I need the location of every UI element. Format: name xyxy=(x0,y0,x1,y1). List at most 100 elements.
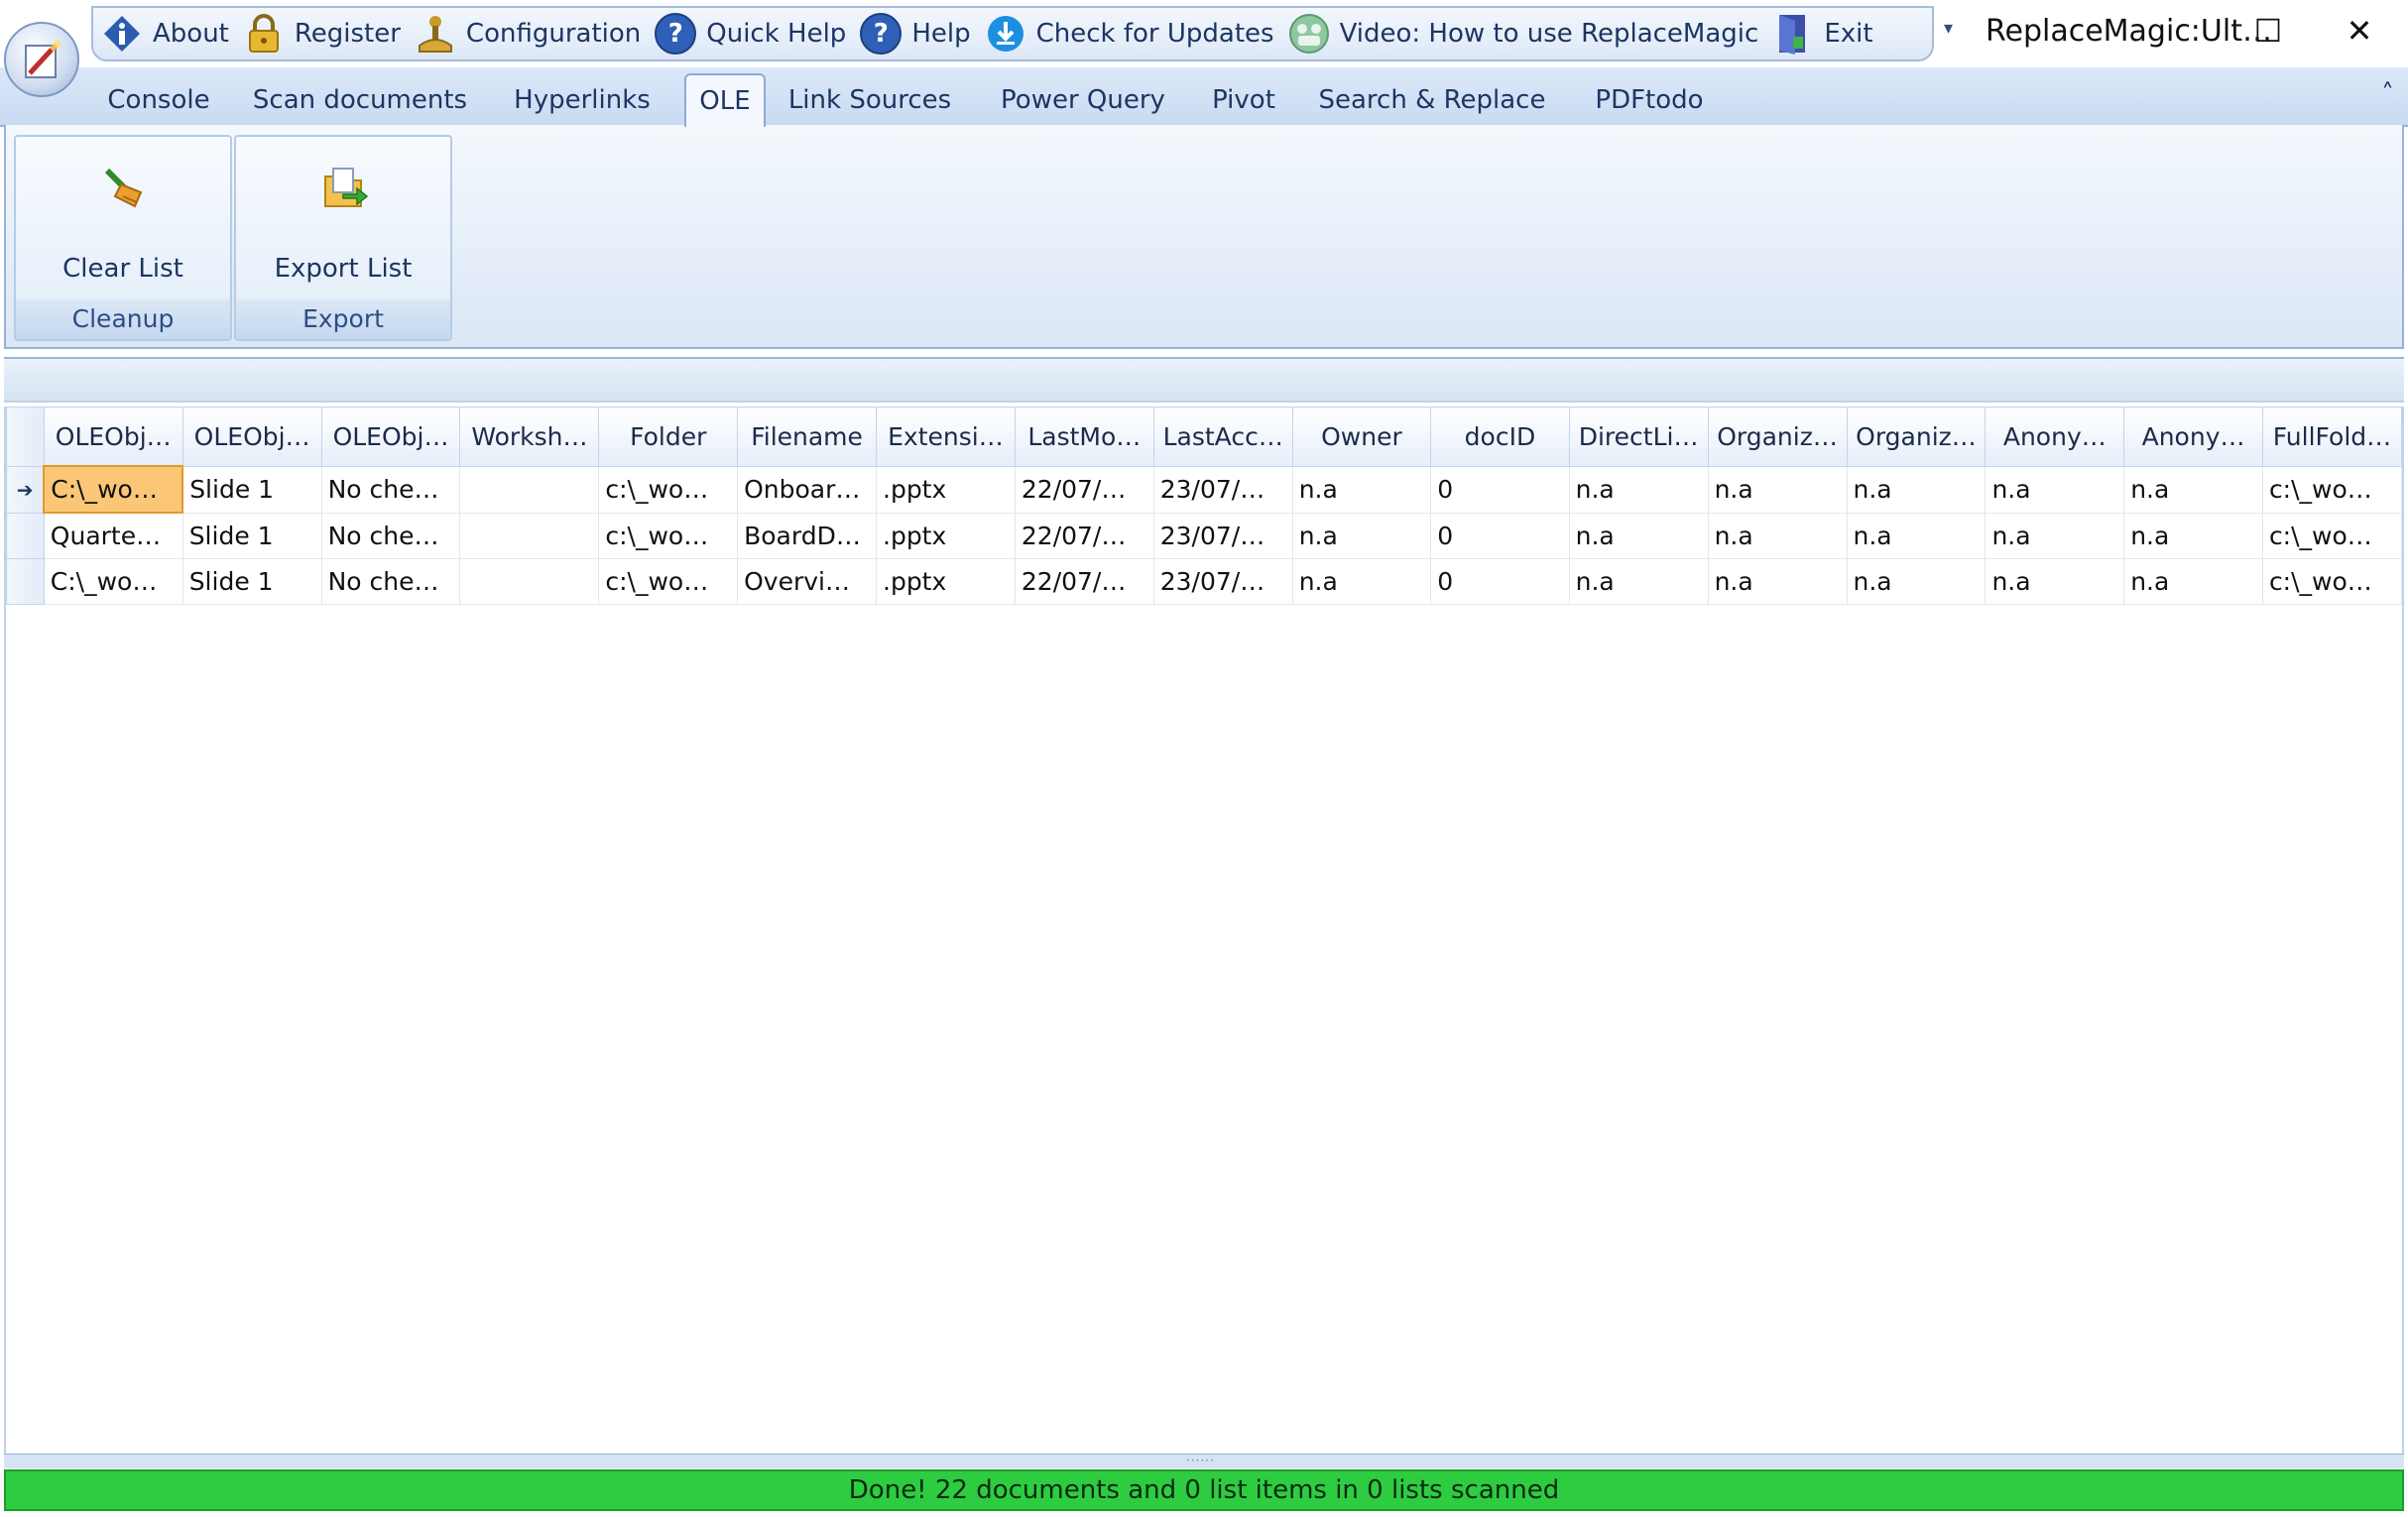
maximize-button[interactable]: ☐ xyxy=(2243,10,2293,52)
table-cell[interactable]: n.a xyxy=(1291,465,1432,514)
tab-pdftodo[interactable]: PDFtodo xyxy=(1585,77,1714,123)
help-button[interactable]: ? Help xyxy=(860,6,971,61)
table-cell[interactable] xyxy=(459,512,600,559)
quick-help-button[interactable]: ? Quick Help xyxy=(655,6,846,61)
table-row[interactable]: ➔ C:\_wo… Slide 1 No che… c:\_wo… Onboar… .ppt… xyxy=(6,465,2403,514)
current-row-arrow-icon[interactable]: ➔ xyxy=(6,465,45,514)
table-cell[interactable]: C:\_wo… xyxy=(43,465,184,514)
table-cell[interactable]: n.a xyxy=(1846,512,1987,559)
table-cell[interactable]: No che… xyxy=(320,465,461,514)
lock-icon xyxy=(243,13,285,55)
table-cell[interactable]: 22/07/… xyxy=(1014,558,1154,605)
column-header[interactable]: Folder xyxy=(598,407,739,467)
column-header[interactable]: OLEObj… xyxy=(43,407,183,467)
table-cell[interactable]: c:\_wo… xyxy=(2261,558,2403,605)
video-button[interactable]: Video: How to use ReplaceMagic xyxy=(1288,6,1758,61)
tab-hyperlinks[interactable]: Hyperlinks xyxy=(502,77,662,123)
table-cell[interactable]: n.a xyxy=(1985,465,2125,514)
table-row[interactable]: C:\_wo… Slide 1 No che… c:\_wo… Overvi… .pptx… xyxy=(6,558,2403,605)
table-cell[interactable]: n.a xyxy=(1707,465,1848,514)
tab-console[interactable]: Console xyxy=(95,77,222,123)
table-cell[interactable]: n.a xyxy=(1985,558,2125,605)
table-cell[interactable]: n.a xyxy=(1291,558,1432,605)
table-cell[interactable]: 0 xyxy=(1430,465,1570,514)
table-cell[interactable]: 22/07/… xyxy=(1014,465,1154,514)
column-header[interactable]: Organiz… xyxy=(1846,407,1987,467)
panel-splitter[interactable]: ······ xyxy=(4,1454,2404,1468)
table-cell[interactable]: n.a xyxy=(1568,558,1709,605)
column-header[interactable]: Worksh… xyxy=(459,407,600,467)
table-cell[interactable]: n.a xyxy=(2123,558,2263,605)
table-cell[interactable]: .pptx xyxy=(876,558,1016,605)
row-indicator[interactable] xyxy=(6,512,45,559)
configuration-button[interactable]: Configuration xyxy=(415,6,641,61)
column-header[interactable]: LastMo… xyxy=(1014,407,1154,467)
table-cell[interactable]: n.a xyxy=(1846,465,1987,514)
table-cell[interactable]: n.a xyxy=(1568,512,1709,559)
table-cell[interactable]: n.a xyxy=(2123,465,2263,514)
collapse-ribbon-button[interactable]: ˄ xyxy=(2381,79,2394,109)
table-cell[interactable]: 0 xyxy=(1430,558,1570,605)
tab-ole[interactable]: OLE xyxy=(684,73,766,127)
table-cell[interactable]: c:\_wo… xyxy=(2261,465,2403,514)
column-header[interactable]: OLEObj… xyxy=(181,407,322,467)
table-cell[interactable]: n.a xyxy=(2123,512,2263,559)
about-button[interactable]: About xyxy=(101,6,229,61)
column-header[interactable]: Filename xyxy=(737,407,877,467)
close-button[interactable]: ✕ xyxy=(2335,10,2384,52)
row-indicator[interactable] xyxy=(6,558,45,605)
table-cell[interactable]: No che… xyxy=(320,558,461,605)
column-header[interactable]: docID xyxy=(1430,407,1570,467)
column-header[interactable]: LastAcc… xyxy=(1152,407,1293,467)
table-cell[interactable]: n.a xyxy=(1707,558,1848,605)
tab-power-query[interactable]: Power Query xyxy=(990,77,1176,123)
table-cell[interactable]: c:\_wo… xyxy=(598,465,739,514)
table-cell[interactable]: 0 xyxy=(1430,512,1570,559)
table-cell[interactable]: Quarte… xyxy=(43,512,183,559)
table-cell[interactable]: n.a xyxy=(1291,512,1432,559)
table-cell[interactable]: BoardD… xyxy=(737,512,877,559)
table-cell[interactable]: 22/07/… xyxy=(1014,512,1154,559)
tab-scan-documents[interactable]: Scan documents xyxy=(240,77,480,123)
table-cell[interactable]: Slide 1 xyxy=(181,512,322,559)
column-header[interactable]: DirectLi… xyxy=(1568,407,1709,467)
table-cell[interactable]: c:\_wo… xyxy=(598,512,739,559)
exit-button[interactable]: Exit xyxy=(1772,6,1873,61)
check-updates-button[interactable]: Check for Updates xyxy=(985,6,1274,61)
column-header[interactable]: Owner xyxy=(1291,407,1432,467)
column-header[interactable]: Anony… xyxy=(1985,407,2125,467)
table-cell[interactable]: 23/07/… xyxy=(1152,465,1293,514)
table-cell[interactable] xyxy=(459,465,600,514)
table-row[interactable]: Quarte… Slide 1 No che… c:\_wo… BoardD… .pptx… xyxy=(6,512,2403,559)
table-cell[interactable]: n.a xyxy=(1985,512,2125,559)
table-cell[interactable]: n.a xyxy=(1846,558,1987,605)
table-cell[interactable] xyxy=(459,558,600,605)
application-menu-button[interactable] xyxy=(4,22,79,97)
column-header[interactable]: FullFold… xyxy=(2261,407,2403,467)
table-cell[interactable]: n.a xyxy=(1707,512,1848,559)
tab-pivot[interactable]: Pivot xyxy=(1202,77,1285,123)
table-cell[interactable]: Slide 1 xyxy=(181,465,322,514)
table-cell[interactable]: C:\_wo… xyxy=(43,558,183,605)
customize-toolbar-dropdown[interactable]: ▾ xyxy=(1944,18,1953,39)
export-list-button[interactable]: Export List xyxy=(244,141,442,290)
table-cell[interactable]: Slide 1 xyxy=(181,558,322,605)
table-cell[interactable]: 23/07/… xyxy=(1152,558,1293,605)
table-cell[interactable]: .pptx xyxy=(876,512,1016,559)
column-header[interactable]: OLEObj… xyxy=(320,407,461,467)
table-cell[interactable]: Onboar… xyxy=(737,465,877,514)
column-header[interactable]: Extensi… xyxy=(876,407,1016,467)
tab-search-replace[interactable]: Search & Replace xyxy=(1307,77,1557,123)
register-button[interactable]: Register xyxy=(243,6,401,61)
clear-list-button[interactable]: Clear List xyxy=(24,141,222,290)
table-cell[interactable]: No che… xyxy=(320,512,461,559)
table-cell[interactable]: .pptx xyxy=(876,465,1016,514)
tab-link-sources[interactable]: Link Sources xyxy=(778,77,962,123)
table-cell[interactable]: 23/07/… xyxy=(1152,512,1293,559)
table-cell[interactable]: n.a xyxy=(1568,465,1709,514)
table-cell[interactable]: c:\_wo… xyxy=(2261,512,2403,559)
column-header[interactable]: Anony… xyxy=(2123,407,2263,467)
column-header[interactable]: Organiz… xyxy=(1707,407,1848,467)
table-cell[interactable]: c:\_wo… xyxy=(598,558,739,605)
table-cell[interactable]: Overvi… xyxy=(737,558,877,605)
